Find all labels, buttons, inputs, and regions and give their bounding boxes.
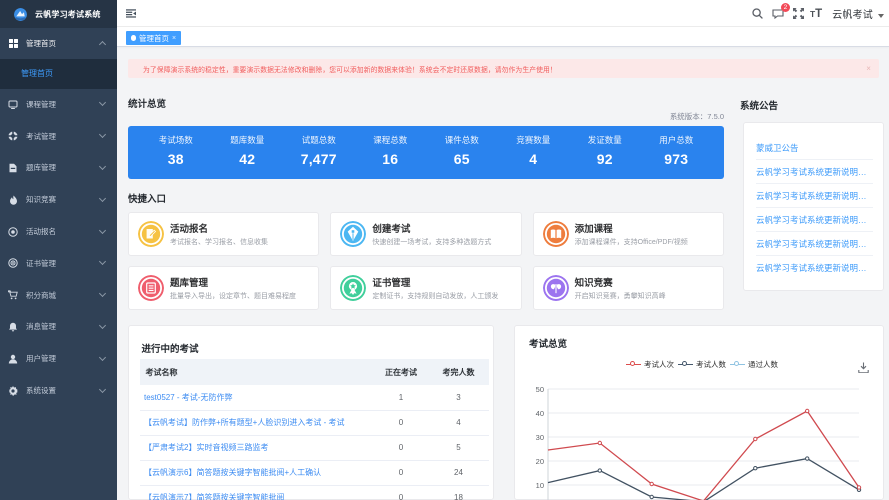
svg-text:50: 50 (536, 385, 544, 394)
svg-text:20: 20 (536, 457, 544, 466)
svg-text:30: 30 (536, 433, 544, 442)
svg-text:10: 10 (536, 481, 544, 490)
svg-text:40: 40 (536, 409, 544, 418)
